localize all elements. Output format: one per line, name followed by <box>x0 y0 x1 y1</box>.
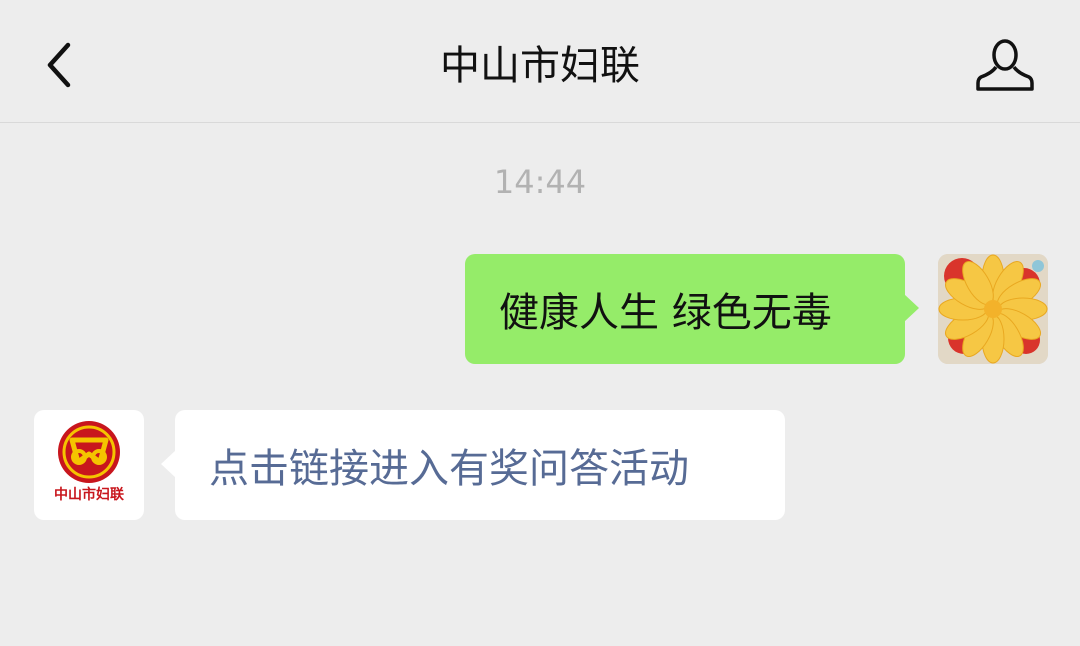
outgoing-message-bubble[interactable]: 健康人生 绿色无毒 <box>465 254 919 364</box>
message-link-text[interactable]: 点击链接进入有奖问答活动 <box>209 436 689 494</box>
chat-info-button[interactable] <box>968 32 1042 98</box>
message-timestamp: 14:44 <box>493 163 587 201</box>
flower-icon <box>938 254 1048 364</box>
person-icon <box>976 39 1034 91</box>
chat-header: 中山市妇联 <box>0 0 1080 123</box>
logo-text: 中山市妇联 <box>54 487 124 503</box>
sender-avatar[interactable]: 中山市妇联 <box>34 410 144 520</box>
message-text: 健康人生 绿色无毒 <box>499 290 832 336</box>
incoming-message-bubble[interactable]: 点击链接进入有奖问答活动 <box>161 410 785 520</box>
my-avatar[interactable] <box>938 254 1048 364</box>
page-title: 中山市妇联 <box>440 43 640 89</box>
